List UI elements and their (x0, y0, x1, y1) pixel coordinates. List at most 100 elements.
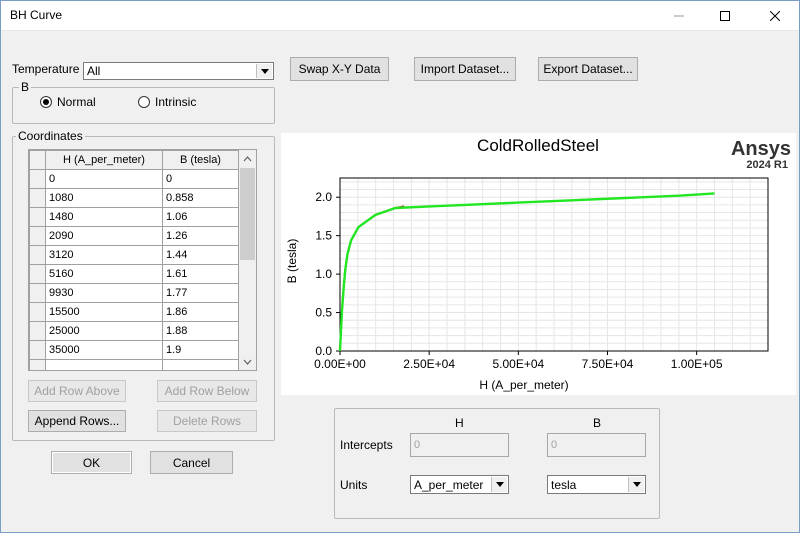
table-row[interactable]: 1080 0.858 (29, 188, 239, 208)
radio-intrinsic-indicator[interactable] (138, 96, 150, 108)
close-button[interactable] (752, 0, 798, 31)
cell-b[interactable]: 1.77 (162, 283, 239, 303)
maximize-button[interactable] (702, 0, 748, 31)
export-dataset-button[interactable]: Export Dataset... (538, 57, 638, 81)
cell-h[interactable]: 5160 (45, 264, 163, 284)
table-row[interactable]: 15500 1.86 (29, 302, 239, 322)
cell-b[interactable]: 1.44 (162, 245, 239, 265)
cell-h[interactable]: 1080 (45, 188, 163, 208)
row-header[interactable] (29, 264, 46, 284)
bh-curve-chart: ColdRolledSteel Ansys 2024 R1 0.00E+00 2.… (285, 136, 791, 392)
radio-normal-indicator[interactable] (40, 96, 52, 108)
cell-b[interactable]: 1.86 (162, 302, 239, 322)
b-units-select[interactable]: tesla (547, 475, 646, 494)
row-header[interactable] (29, 340, 46, 360)
table-row[interactable]: 00 (29, 169, 239, 189)
units-label: Units (340, 478, 368, 492)
coordinates-group-label: Coordinates (16, 129, 85, 143)
coordinates-grid[interactable]: H (A_per_meter) B (tesla) 00 1080 0.858 1… (28, 149, 257, 371)
series-lines (338, 192, 715, 352)
radio-normal-label: Normal (57, 95, 96, 109)
x-tick-label: 7.50E+04 (582, 357, 634, 371)
temperature-label: Temperature (12, 62, 80, 76)
intercepts-units-panel (334, 408, 660, 519)
x-tick-label: 1.00E+05 (671, 357, 723, 371)
cell-b[interactable]: 0.858 (162, 188, 239, 208)
window-title: BH Curve (10, 8, 63, 22)
cell-b[interactable] (162, 359, 239, 370)
radio-normal[interactable]: Normal (40, 95, 96, 109)
cell-b[interactable]: 1.26 (162, 226, 239, 246)
cell-h[interactable]: 15500 (45, 302, 163, 322)
cell-b[interactable]: 1.06 (162, 207, 239, 227)
table-row[interactable] (29, 359, 239, 370)
table-row[interactable]: 1480 1.06 (29, 207, 239, 227)
cell-h[interactable]: 35000 (45, 340, 163, 360)
chevron-down-icon[interactable] (491, 477, 507, 492)
table-row[interactable]: 9930 1.77 (29, 283, 239, 303)
minimize-button[interactable] (656, 0, 702, 31)
cell-h[interactable]: 9930 (45, 283, 163, 303)
row-header[interactable] (29, 169, 46, 189)
add-row-above-button[interactable]: Add Row Above (28, 380, 126, 402)
chevron-down-icon[interactable] (628, 477, 644, 492)
h-intercept-field[interactable]: 0 (410, 433, 509, 457)
delete-rows-button[interactable]: Delete Rows (157, 410, 257, 432)
cell-b[interactable]: 1.9 (162, 340, 239, 360)
cancel-button[interactable]: Cancel (150, 451, 233, 474)
table-row[interactable]: 3120 1.44 (29, 245, 239, 265)
swap-xy-button[interactable]: Swap X-Y Data (290, 57, 389, 81)
y-tick-label: 0.0 (315, 344, 332, 358)
table-row[interactable]: 5160 1.61 (29, 264, 239, 284)
b-intercept-field[interactable]: 0 (547, 433, 646, 457)
cell-h[interactable]: 1480 (45, 207, 163, 227)
series-line-1 (338, 192, 715, 352)
grid-scrollbar[interactable] (239, 150, 256, 370)
cell-h[interactable]: 25000 (45, 321, 163, 341)
import-dataset-button[interactable]: Import Dataset... (414, 57, 516, 81)
scroll-up-icon[interactable] (239, 150, 256, 167)
row-header[interactable] (29, 321, 46, 341)
scroll-thumb[interactable] (240, 168, 255, 260)
row-header[interactable] (29, 207, 46, 227)
append-rows-button[interactable]: Append Rows... (28, 410, 126, 432)
cell-b[interactable]: 0 (162, 169, 239, 189)
cell-h[interactable] (45, 359, 163, 370)
row-header[interactable] (29, 359, 46, 370)
title-bar: BH Curve (0, 0, 800, 31)
b-units-value: tesla (551, 477, 577, 492)
close-icon (770, 10, 780, 21)
row-header[interactable] (29, 245, 46, 265)
column-header-h[interactable]: H (A_per_meter) (45, 150, 163, 170)
table-row[interactable]: 2090 1.26 (29, 226, 239, 246)
cell-h[interactable]: 0 (45, 169, 163, 189)
ok-button[interactable]: OK (51, 451, 132, 474)
h-header: H (455, 416, 464, 430)
column-header-b[interactable]: B (tesla) (162, 150, 239, 170)
temperature-select[interactable]: All (83, 62, 274, 80)
cell-h[interactable]: 2090 (45, 226, 163, 246)
scroll-down-icon[interactable] (239, 353, 256, 370)
x-axis-label: H (A_per_meter) (479, 378, 568, 392)
cell-b[interactable]: 1.61 (162, 264, 239, 284)
minimize-icon (674, 15, 684, 16)
y-tick-label: 1.5 (315, 229, 332, 243)
b-group-label: B (19, 80, 32, 94)
intercepts-label: Intercepts (340, 438, 393, 452)
row-header[interactable] (29, 188, 46, 208)
add-row-below-button[interactable]: Add Row Below (157, 380, 257, 402)
row-header[interactable] (29, 283, 46, 303)
cell-b[interactable]: 1.88 (162, 321, 239, 341)
cell-h[interactable]: 3120 (45, 245, 163, 265)
y-tick-label: 0.5 (315, 306, 332, 320)
row-header[interactable] (29, 302, 46, 322)
table-row[interactable]: 35000 1.9 (29, 340, 239, 360)
h-units-value: A_per_meter (414, 477, 484, 492)
x-tick-label: 0.00E+00 (314, 357, 366, 371)
chart-area: ColdRolledSteel Ansys 2024 R1 0.00E+00 2.… (281, 133, 796, 395)
chevron-down-icon[interactable] (256, 64, 272, 78)
h-units-select[interactable]: A_per_meter (410, 475, 509, 494)
radio-intrinsic[interactable]: Intrinsic (138, 95, 196, 109)
table-row[interactable]: 25000 1.88 (29, 321, 239, 341)
row-header[interactable] (29, 226, 46, 246)
